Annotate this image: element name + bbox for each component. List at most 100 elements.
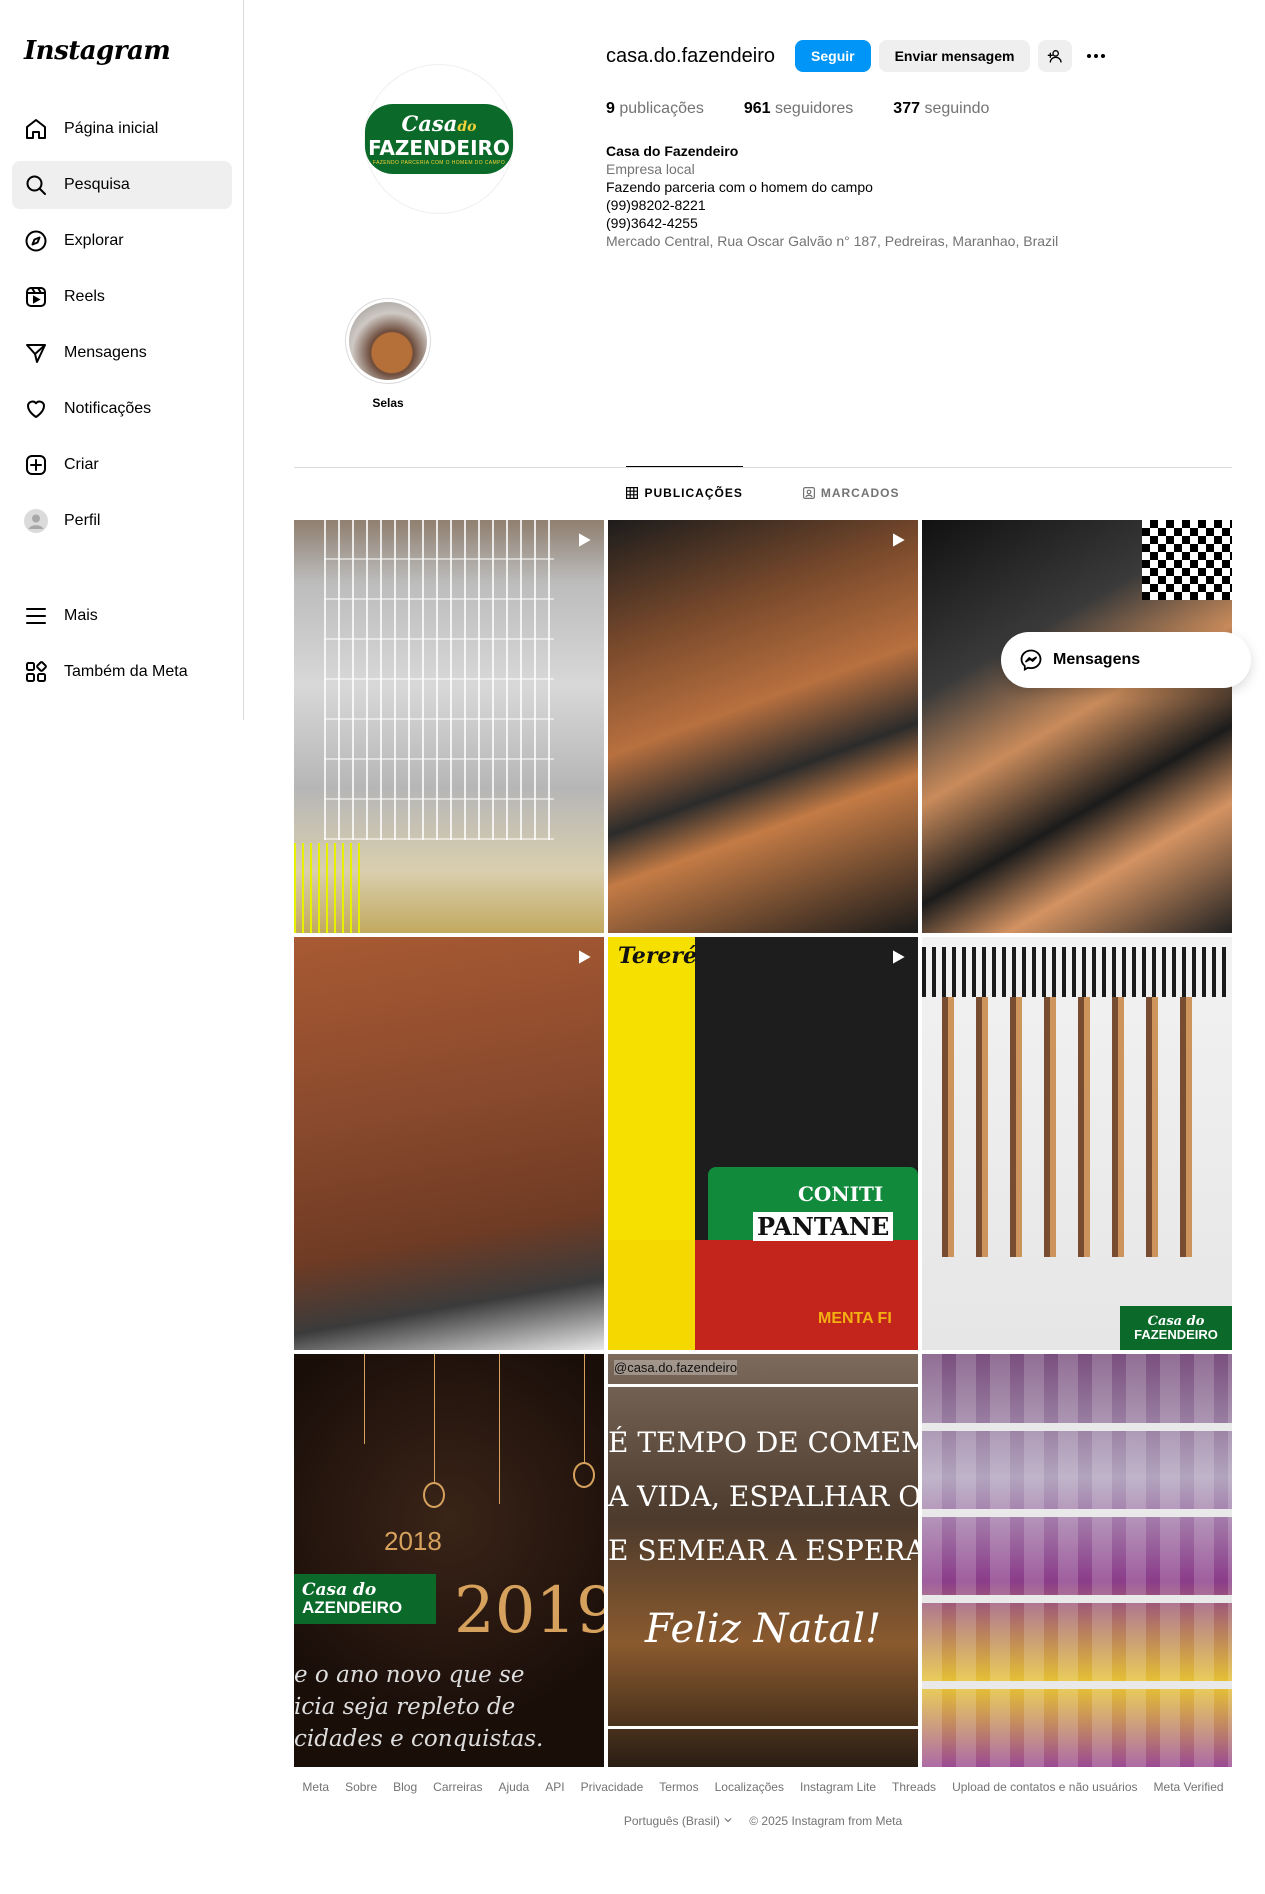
bio-name: Casa do Fazendeiro bbox=[606, 143, 739, 159]
reel-icon bbox=[888, 947, 908, 972]
bio-phone: (99)98202-8221 bbox=[606, 197, 706, 213]
sidebar: Instagram Página inicial Pesquisa Explor… bbox=[0, 0, 244, 720]
sidebar-item-explore[interactable]: Explorar bbox=[12, 217, 232, 265]
sidebar-item-label: Perfil bbox=[64, 512, 101, 529]
highlight-ring bbox=[345, 298, 431, 384]
follow-button[interactable]: Seguir bbox=[795, 40, 871, 72]
logo-line3: FAZENDO PARCERIA COM O HOMEM DO CAMPO bbox=[372, 159, 506, 166]
more-options-button[interactable] bbox=[1080, 40, 1112, 72]
following-label: seguindo bbox=[924, 100, 990, 117]
footer-link[interactable]: Meta bbox=[302, 1780, 329, 1794]
footer-link[interactable]: Upload de contatos e não usuários bbox=[952, 1780, 1137, 1794]
sidebar-item-more[interactable]: Mais bbox=[12, 592, 232, 640]
profile-bio: Casa do Fazendeiro Empresa local Fazendo… bbox=[606, 142, 1058, 250]
post-tile[interactable]: @casa.do.fazendeiro É TEMPO DE COMEMORAR… bbox=[608, 1354, 918, 1767]
chevron-down-icon bbox=[723, 1814, 733, 1828]
post-tile[interactable] bbox=[294, 520, 604, 933]
followers-stat[interactable]: 961 seguidores bbox=[744, 100, 853, 118]
posts-stat: 9 publicações bbox=[606, 100, 704, 118]
post-handle-text: @casa.do.fazendeiro bbox=[614, 1360, 738, 1375]
brand-logo: Casado FAZENDEIRO FAZENDO PARCERIA COM O… bbox=[365, 104, 513, 174]
sidebar-item-home[interactable]: Página inicial bbox=[12, 105, 232, 153]
sidebar-item-label: Notificações bbox=[64, 400, 152, 417]
post-tile[interactable]: Tereré CONITI PANTANE MENTA FI bbox=[608, 937, 918, 1350]
ellipsis-icon bbox=[1084, 44, 1108, 68]
menu-icon bbox=[24, 604, 48, 628]
sidebar-item-create[interactable]: Criar bbox=[12, 441, 232, 489]
bio-address[interactable]: Mercado Central, Rua Oscar Galvão n° 187… bbox=[606, 232, 1058, 250]
sidebar-item-meta[interactable]: Também da Meta bbox=[12, 648, 232, 696]
reel-icon bbox=[574, 947, 594, 972]
reel-icon bbox=[888, 530, 908, 555]
bio-phone: (99)3642-4255 bbox=[606, 215, 698, 231]
footer-link[interactable]: Instagram Lite bbox=[800, 1780, 876, 1794]
post-text: MENTA FI bbox=[818, 1310, 892, 1327]
footer-link[interactable]: Threads bbox=[892, 1780, 936, 1794]
footer: Meta Sobre Blog Carreiras Ajuda API Priv… bbox=[294, 1780, 1232, 1828]
logo-line2: FAZENDEIRO bbox=[368, 135, 510, 160]
post-text: Tereré bbox=[618, 943, 698, 969]
logo-line1b: do bbox=[457, 118, 477, 135]
profile-picture[interactable]: Casado FAZENDEIRO FAZENDO PARCERIA COM O… bbox=[364, 64, 514, 214]
bio-category: Empresa local bbox=[606, 161, 695, 177]
footer-links: Meta Sobre Blog Carreiras Ajuda API Priv… bbox=[294, 1780, 1232, 1794]
avatar-icon bbox=[24, 509, 48, 533]
watermark-line2: FAZENDEIRO bbox=[1134, 1327, 1218, 1342]
footer-link[interactable]: API bbox=[545, 1780, 564, 1794]
footer-bottom: Português (Brasil) © 2025 Instagram from… bbox=[294, 1814, 1232, 1828]
tab-label: MARCADOS bbox=[820, 486, 900, 500]
add-user-icon bbox=[1047, 48, 1063, 64]
footer-link[interactable]: Carreiras bbox=[433, 1780, 482, 1794]
post-tile[interactable]: 2018 2019 Casa do AZENDEIRO e o ano novo… bbox=[294, 1354, 604, 1767]
language-select[interactable]: Português (Brasil) bbox=[624, 1814, 733, 1828]
home-icon bbox=[24, 117, 48, 141]
sidebar-item-label: Criar bbox=[64, 456, 99, 473]
reel-icon bbox=[574, 530, 594, 555]
ornament-string bbox=[364, 1354, 365, 1444]
sidebar-item-reels[interactable]: Reels bbox=[12, 273, 232, 321]
footer-link[interactable]: Sobre bbox=[345, 1780, 377, 1794]
language-label: Português (Brasil) bbox=[623, 1814, 720, 1828]
sidebar-item-notifications[interactable]: Notificações bbox=[12, 385, 232, 433]
watermark-line1: Casa do bbox=[302, 1580, 377, 1600]
footer-link[interactable]: Blog bbox=[393, 1780, 417, 1794]
profile-stats: 9 publicações 961 seguidores 377 seguind… bbox=[606, 100, 1029, 118]
suggested-users-button[interactable] bbox=[1038, 40, 1073, 72]
story-highlight[interactable]: Selas bbox=[340, 298, 436, 410]
footer-link[interactable]: Localizações bbox=[715, 1780, 784, 1794]
post-tile[interactable] bbox=[922, 520, 1232, 933]
tab-posts[interactable]: PUBLICAÇÕES bbox=[626, 466, 743, 518]
footer-link[interactable]: Privacidade bbox=[581, 1780, 644, 1794]
compass-icon bbox=[24, 229, 48, 253]
following-stat[interactable]: 377 seguindo bbox=[893, 100, 989, 118]
send-message-button[interactable]: Enviar mensagem bbox=[878, 40, 1031, 72]
footer-link[interactable]: Termos bbox=[659, 1780, 698, 1794]
post-tile[interactable] bbox=[294, 937, 604, 1350]
post-quote-text: É TEMPO DE COMEMORAR A VIDA, ESPALHAR O … bbox=[608, 1426, 918, 1567]
highlight-image bbox=[349, 302, 427, 380]
logo-line1: Casa bbox=[401, 110, 458, 136]
post-tile[interactable]: Casa do FAZENDEIRO bbox=[922, 937, 1232, 1350]
ornament-string bbox=[499, 1354, 500, 1504]
post-image-detail bbox=[922, 947, 1232, 997]
sidebar-bottom: Mais Também da Meta bbox=[12, 592, 232, 704]
footer-link[interactable]: Meta Verified bbox=[1154, 1780, 1224, 1794]
brand-watermark: Casa do FAZENDEIRO bbox=[1120, 1306, 1232, 1350]
reels-icon bbox=[24, 285, 48, 309]
ornament-string bbox=[434, 1354, 435, 1484]
floating-messages-label: Mensagens bbox=[1053, 651, 1141, 668]
post-image-detail bbox=[608, 1240, 918, 1350]
sidebar-item-search[interactable]: Pesquisa bbox=[12, 161, 232, 209]
post-image-detail bbox=[1142, 520, 1232, 600]
post-tile[interactable] bbox=[922, 1354, 1232, 1767]
sidebar-item-label: Página inicial bbox=[64, 120, 159, 137]
footer-link[interactable]: Ajuda bbox=[499, 1780, 530, 1794]
search-icon bbox=[24, 173, 48, 197]
instagram-logo[interactable]: Instagram bbox=[24, 36, 171, 66]
sidebar-item-profile[interactable]: Perfil bbox=[12, 497, 232, 545]
post-tile[interactable] bbox=[608, 520, 918, 933]
floating-messages-button[interactable]: Mensagens bbox=[1001, 632, 1251, 688]
year-2019: 2019 bbox=[454, 1574, 604, 1648]
tab-tagged[interactable]: MARCADOS bbox=[802, 467, 900, 519]
sidebar-item-messages[interactable]: Mensagens bbox=[12, 329, 232, 377]
